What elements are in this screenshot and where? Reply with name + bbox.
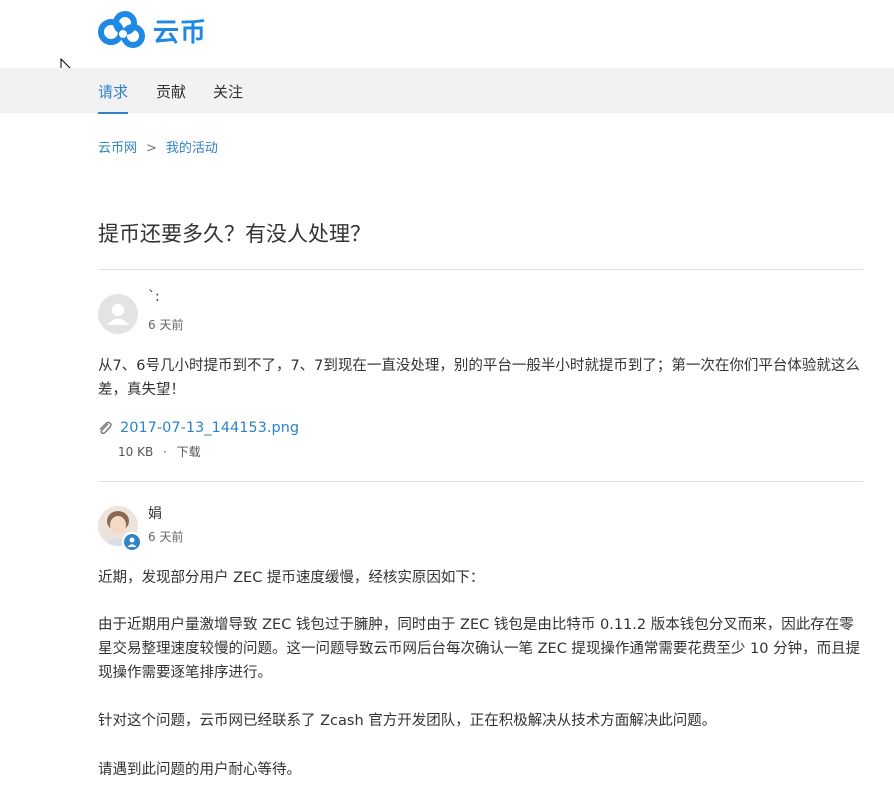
attachment-meta: 10 KB · 下载 — [118, 443, 201, 460]
download-link[interactable]: 下载 — [177, 445, 201, 459]
comment-author: 娟 — [148, 506, 162, 522]
breadcrumb-current-link[interactable]: 我的活动 — [166, 141, 218, 156]
main-nav: 请求 贡献 关注 — [0, 68, 894, 114]
tab-requests[interactable]: 请求 — [98, 81, 129, 114]
divider — [98, 481, 863, 482]
site-logo[interactable]: 云币 — [97, 10, 207, 50]
agent-badge-icon — [122, 532, 142, 552]
attachment-link[interactable]: 2017-07-13_144153.png — [120, 420, 299, 436]
tab-contributions[interactable]: 贡献 — [156, 81, 186, 102]
default-user-icon — [107, 304, 129, 325]
attachment: 2017-07-13_144153.png — [96, 419, 299, 437]
breadcrumb-home-link[interactable]: 云币网 — [98, 141, 137, 156]
comment-time: 6 天前 — [148, 318, 184, 332]
paperclip-icon — [99, 421, 112, 435]
comment-paragraph: 近期，发现部分用户 ZEC 提币速度缓慢，经核实原因如下： — [98, 570, 485, 586]
comment-body: 从7、6号几小时提币到不了，7、7到现在一直没处理，别的平台一般半小时就提币到了… — [98, 358, 860, 398]
comment-paragraph: 请遇到此问题的用户耐心等待。 — [98, 762, 301, 778]
comment-paragraph: 针对这个问题，云币网已经联系了 Zcash 官方开发团队，正在积极解决从技术方面… — [98, 713, 717, 729]
request-title: 提币还要多久？有没人处理？ — [98, 222, 371, 246]
attachment-size: 10 KB — [118, 445, 154, 459]
breadcrumb-separator: > — [146, 141, 157, 156]
avatar — [98, 294, 138, 334]
comment-author: `: — [148, 289, 160, 305]
breadcrumb: 云币网 > 我的活动 — [98, 137, 218, 156]
site-header: 云币 — [0, 0, 894, 68]
cloud-coin-logo-icon — [98, 11, 145, 48]
tab-following[interactable]: 关注 — [213, 81, 243, 102]
divider — [98, 269, 863, 270]
comment-time: 6 天前 — [148, 530, 184, 544]
comment-paragraph: 由于近期用户量激增导致 ZEC 钱包过于臃肿，同时由于 ZEC 钱包是由比特币 … — [98, 617, 861, 681]
logo-text: 云币 — [153, 17, 208, 48]
attachment-meta-separator: · — [163, 445, 167, 459]
